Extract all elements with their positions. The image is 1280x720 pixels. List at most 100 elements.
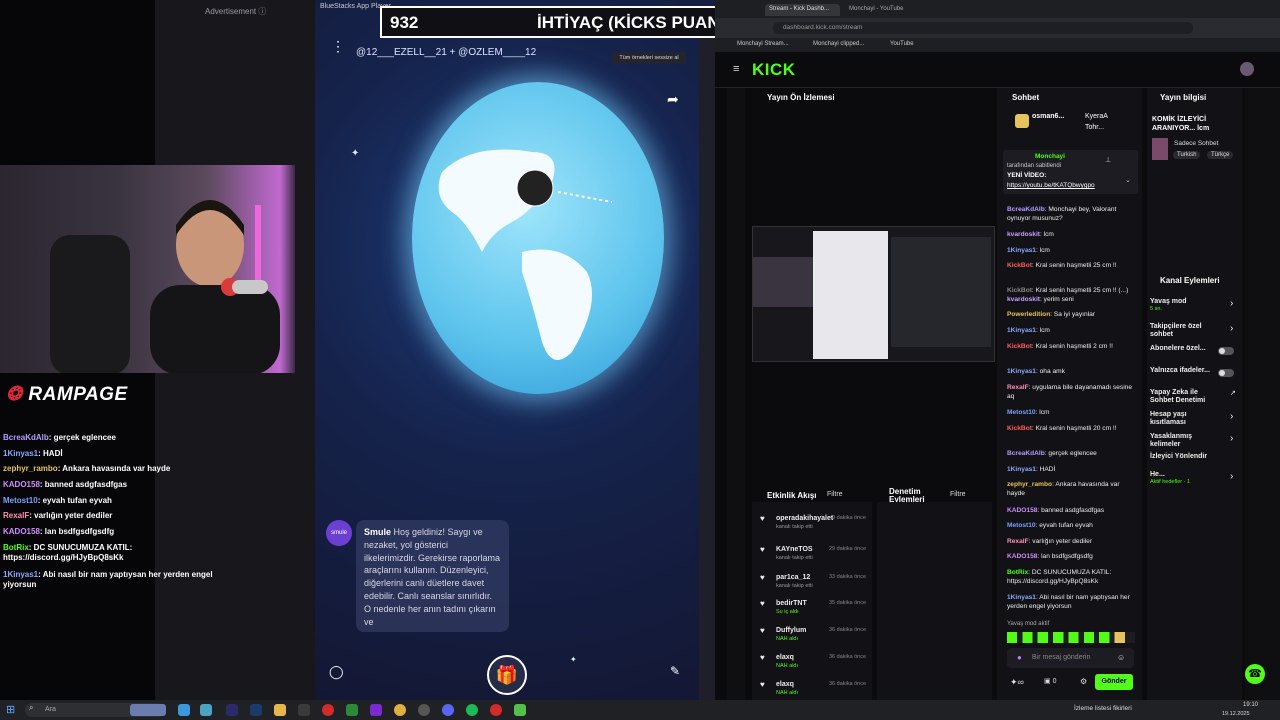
chat-username[interactable]: KickBot — [1007, 287, 1032, 294]
chat-username[interactable]: KickBot — [1007, 262, 1032, 269]
taskbar-discord-icon[interactable] — [442, 704, 454, 716]
chevron-right-icon[interactable]: › — [1230, 471, 1233, 482]
comment-icon[interactable]: ◯ — [329, 664, 344, 680]
chat-input[interactable]: ● Bir mesaj gönderin ☺ — [1007, 648, 1134, 668]
pin-icon[interactable]: ⊥ — [1105, 156, 1111, 164]
activity-item[interactable]: ♥ operadakihayalet kanalı takip etti 9 daki… — [760, 514, 870, 540]
url-field[interactable]: dashboard.kick.com/stream — [773, 22, 1193, 34]
chat-username[interactable]: kvardoskit — [1007, 296, 1040, 303]
chat-username[interactable]: 1Kinyas1 — [1007, 466, 1036, 473]
activity-user[interactable]: operadakihayalet — [776, 514, 833, 523]
channel-action-item[interactable]: Takipçilere özel sohbet › — [1150, 323, 1240, 339]
chat-username[interactable]: Metost10 — [1007, 522, 1036, 529]
chevron-right-icon[interactable]: › — [1230, 323, 1233, 334]
chat-username[interactable]: BcreaKdAlb — [1007, 206, 1045, 213]
taskbar-folder-icon[interactable] — [274, 704, 286, 716]
chevron-down-icon[interactable]: ⌄ — [1125, 176, 1131, 184]
chat-username[interactable]: PowerIedition — [1007, 311, 1050, 318]
chat-username[interactable]: Metost10 — [1007, 409, 1036, 416]
microphone-icon[interactable]: ● — [1017, 653, 1022, 662]
more-menu-icon[interactable]: ⋮ — [331, 38, 345, 55]
channel-action-item[interactable]: Yasaklanmış kelimeler › — [1150, 433, 1240, 449]
share-icon[interactable]: ➦ — [667, 91, 679, 108]
bookmark-3[interactable]: YouTube — [890, 41, 914, 47]
taskbar-xbox-icon[interactable] — [346, 704, 358, 716]
activity-user[interactable]: bedirTNT — [776, 599, 807, 608]
chat-username[interactable]: KickBot — [1007, 343, 1032, 350]
channel-action-item[interactable]: Yavaş mod 5 sn. › — [1150, 298, 1240, 312]
activity-user[interactable]: elaxq — [776, 653, 794, 662]
chat-username[interactable]: BotRix — [1007, 569, 1028, 576]
toggle-switch[interactable] — [1218, 347, 1234, 355]
channel-action-item[interactable]: Yalnızca ifadeler... — [1150, 367, 1240, 377]
chat-username[interactable]: 1Kinyas1 — [1007, 327, 1036, 334]
top-gifter-3[interactable]: Tohr... — [1085, 124, 1104, 131]
bookmark-1[interactable]: Monchayi Stream... — [737, 41, 789, 47]
moderation-filter[interactable]: Filtre — [950, 491, 966, 498]
chat-username[interactable]: BcreaKdAlb — [1007, 450, 1045, 457]
taskbar-bluestacks-icon[interactable] — [514, 704, 526, 716]
channel-action-item[interactable]: Abonelere özel... — [1150, 345, 1240, 355]
activity-item[interactable]: ♥ elaxq NAH aldı 36 dakika önce — [760, 653, 870, 679]
external-link-icon[interactable]: ↗ — [1230, 389, 1236, 397]
activity-item[interactable]: ♥ par1ca_12 kanalı takip etti 33 dakika önc… — [760, 573, 870, 599]
activity-user[interactable]: par1ca_12 — [776, 573, 810, 582]
bookmark-2[interactable]: Monchayi clipped... — [813, 41, 864, 47]
chevron-right-icon[interactable]: › — [1230, 298, 1233, 309]
tab-kick-dashboard[interactable]: Stream - Kick Dashb... — [765, 4, 840, 16]
chat-username[interactable]: 1Kinyas1 — [1007, 247, 1036, 254]
chat-username[interactable]: KickBot — [1007, 425, 1032, 432]
activity-item[interactable]: ♥ bedirTNT Su iç aldı 35 dakika önce — [760, 599, 870, 625]
taskbar-time[interactable]: 19:10 — [1228, 702, 1258, 708]
taskbar-date[interactable]: 19.12.2025 — [1222, 711, 1250, 717]
taskbar-chrome-icon[interactable] — [394, 704, 406, 716]
activity-user[interactable]: elaxq — [776, 680, 794, 689]
chat-username[interactable]: zephyr_rambo — [1007, 481, 1052, 488]
points-icon[interactable]: ✦∞ — [1010, 677, 1024, 688]
gift-button[interactable]: 🎁 — [487, 655, 527, 695]
pinned-link[interactable]: https://youtu.be/tKATQbwygpo — [1007, 182, 1095, 189]
chat-username[interactable]: RexalF — [1007, 384, 1029, 391]
taskbar-app-icon[interactable] — [298, 704, 310, 716]
user-avatar[interactable] — [1240, 62, 1254, 76]
chat-username[interactable]: KADO158 — [1007, 507, 1037, 514]
chat-username[interactable]: 1Kinyas1 — [1007, 594, 1036, 601]
channel-action-item[interactable]: He... Aktif hedefler · 1 › — [1150, 471, 1240, 485]
emote-bar[interactable] — [1007, 632, 1135, 643]
channel-action-item[interactable]: Hesap yaşı kısıtlaması › — [1150, 411, 1240, 427]
activity-item[interactable]: ♥ KAYneTOS kanalı takip etti 29 dakika önce — [760, 545, 870, 571]
stream-preview[interactable] — [752, 226, 995, 362]
chevron-right-icon[interactable]: › — [1230, 433, 1233, 444]
activity-item[interactable]: ♥ Duffylum NAH aldı 36 dakika önce — [760, 626, 870, 652]
chat-username[interactable]: RexalF — [1007, 538, 1029, 545]
channel-action-item[interactable]: Yapay Zeka ile Sohbet Denetimi ↗ — [1150, 389, 1240, 405]
taskbar-premiere-icon[interactable] — [226, 704, 238, 716]
taskbar-notification[interactable]: İzleme listesi fikirleri — [1074, 705, 1132, 712]
send-button[interactable]: Gönder — [1095, 674, 1133, 690]
chat-username[interactable]: KADO158 — [1007, 553, 1037, 560]
channel-action-item[interactable]: İzleyici Yönlendir — [1150, 453, 1240, 461]
emoji-icon[interactable]: ☺ — [1117, 653, 1125, 662]
activity-user[interactable]: Duffylum — [776, 626, 806, 635]
taskbar-photoshop-icon[interactable] — [250, 704, 262, 716]
menu-icon[interactable]: ≡ — [733, 63, 739, 75]
microphone-icon[interactable]: ✎ — [670, 664, 680, 678]
chat-username[interactable]: kvardoskit — [1007, 231, 1040, 238]
settings-icon[interactable]: ⚙ — [1080, 677, 1087, 686]
taskbar-opera-gx-icon[interactable] — [490, 704, 502, 716]
support-chat-button[interactable]: ☎ — [1245, 664, 1265, 684]
windows-start-icon[interactable]: ⊞ — [6, 703, 15, 716]
taskbar-spotify-icon[interactable] — [466, 704, 478, 716]
taskbar-obs-icon[interactable] — [418, 704, 430, 716]
taskbar-opera-icon[interactable] — [322, 704, 334, 716]
tab-youtube[interactable]: Monchayi - YouTube — [845, 4, 920, 16]
kick-logo[interactable]: KICK — [752, 60, 796, 80]
taskbar-widget-icon[interactable] — [130, 704, 166, 716]
taskbar-app-icon[interactable] — [178, 704, 190, 716]
chevron-right-icon[interactable]: › — [1230, 411, 1233, 422]
taskbar-app-icon[interactable] — [200, 704, 212, 716]
activity-filter[interactable]: Filtre — [827, 491, 843, 498]
top-gifter-1[interactable]: osman6... — [1032, 113, 1064, 120]
activity-user[interactable]: KAYneTOS — [776, 545, 813, 554]
gift-count[interactable]: ▣ 0 — [1044, 677, 1056, 685]
